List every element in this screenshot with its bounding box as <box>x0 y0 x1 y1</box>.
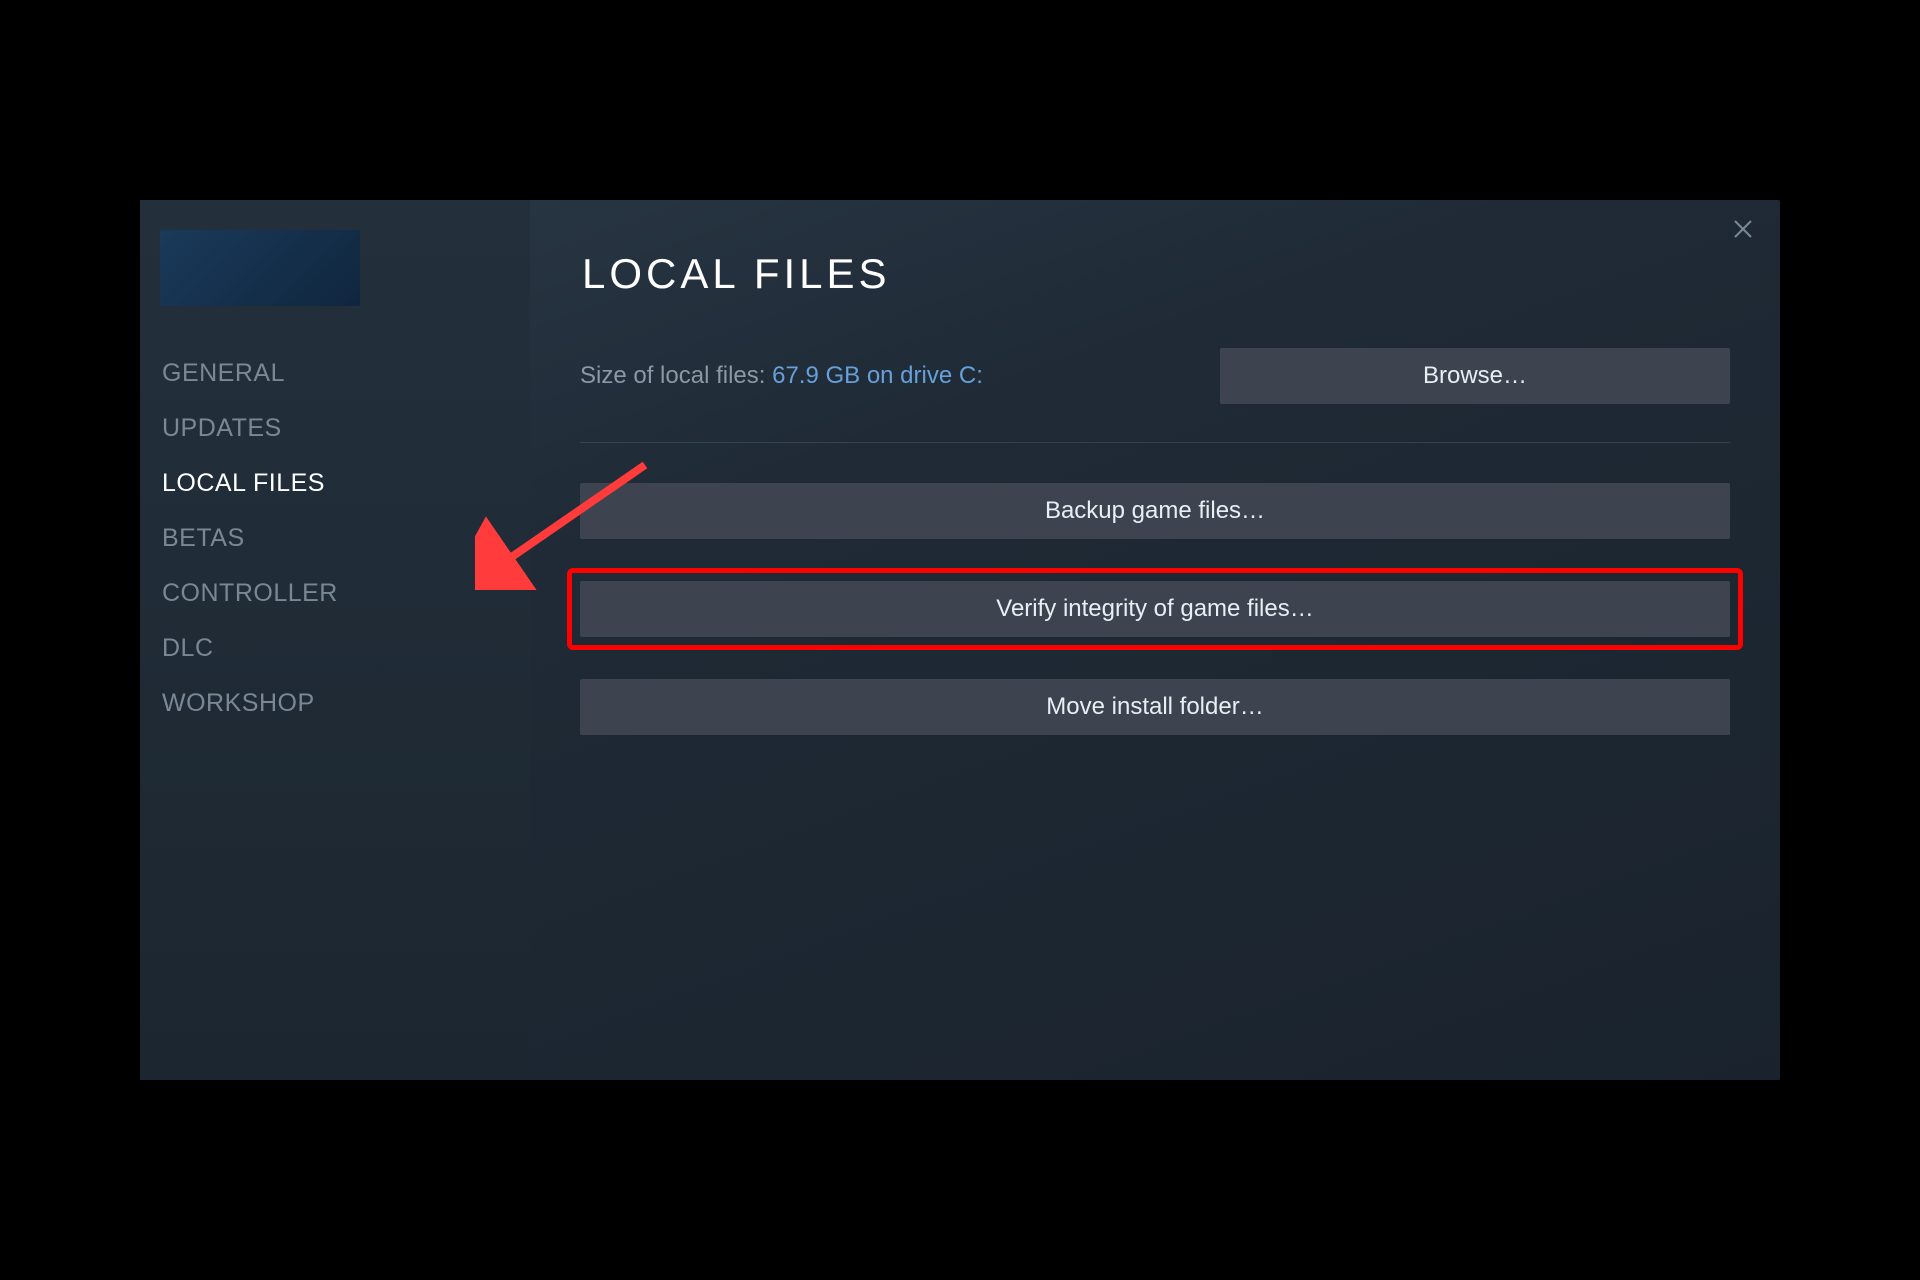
panel-title: LOCAL FILES <box>582 250 1730 298</box>
local-files-size-row: Size of local files: 67.9 GB on drive C:… <box>580 348 1730 404</box>
sidebar-item-updates[interactable]: UPDATES <box>158 401 512 456</box>
divider <box>580 442 1730 443</box>
size-value: 67.9 GB on drive C: <box>772 362 983 389</box>
verify-integrity-button[interactable]: Verify integrity of game files… <box>580 581 1730 637</box>
close-icon <box>1734 220 1752 238</box>
sidebar-item-workshop[interactable]: WORKSHOP <box>158 676 512 731</box>
browse-button[interactable]: Browse… <box>1220 348 1730 404</box>
size-label-text: Size of local files: <box>580 362 772 389</box>
content-panel: LOCAL FILES Size of local files: 67.9 GB… <box>530 200 1780 1080</box>
sidebar-item-controller[interactable]: CONTROLLER <box>158 566 512 621</box>
sidebar: GENERAL UPDATES LOCAL FILES BETAS CONTRO… <box>140 200 530 1080</box>
size-info: Size of local files: 67.9 GB on drive C: <box>580 362 983 390</box>
action-buttons: Backup game files… Verify integrity of g… <box>580 483 1730 735</box>
properties-dialog: GENERAL UPDATES LOCAL FILES BETAS CONTRO… <box>140 200 1780 1080</box>
move-install-folder-button[interactable]: Move install folder… <box>580 679 1730 735</box>
highlight-annotation: Verify integrity of game files… <box>567 568 1743 650</box>
sidebar-item-betas[interactable]: BETAS <box>158 511 512 566</box>
sidebar-item-local-files[interactable]: LOCAL FILES <box>158 456 512 511</box>
close-button[interactable] <box>1728 214 1758 244</box>
backup-game-files-button[interactable]: Backup game files… <box>580 483 1730 539</box>
sidebar-item-general[interactable]: GENERAL <box>158 346 512 401</box>
sidebar-item-dlc[interactable]: DLC <box>158 621 512 676</box>
game-thumbnail <box>160 230 360 306</box>
